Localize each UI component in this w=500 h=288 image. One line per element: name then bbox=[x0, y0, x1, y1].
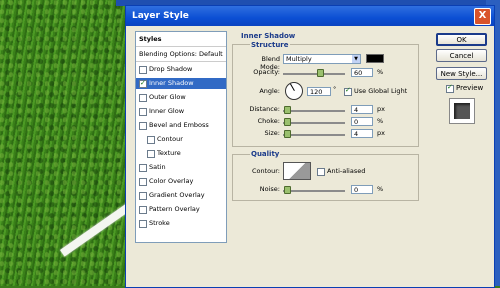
distance-slider-thumb[interactable] bbox=[284, 106, 291, 114]
anti-aliased-checkbox[interactable] bbox=[317, 168, 325, 176]
sidebar-item-stroke[interactable]: Stroke bbox=[136, 218, 226, 229]
shadow-color-swatch[interactable] bbox=[366, 54, 384, 63]
divider bbox=[136, 46, 226, 47]
sidebar-item-label: Pattern Overlay bbox=[149, 205, 200, 213]
angle-label: Angle: bbox=[259, 87, 280, 95]
styles-header[interactable]: Styles bbox=[136, 34, 229, 45]
sidebar-item-contour[interactable]: Contour bbox=[136, 134, 226, 145]
choke-slider[interactable] bbox=[283, 122, 345, 124]
sidebar-item-color-overlay[interactable]: Color Overlay bbox=[136, 176, 226, 187]
title-bar[interactable]: Layer Style X bbox=[126, 6, 494, 26]
preview-swatch bbox=[454, 103, 470, 119]
sidebar-checkbox[interactable] bbox=[139, 178, 147, 186]
angle-dial[interactable] bbox=[285, 82, 303, 100]
size-input[interactable]: 4 bbox=[351, 129, 373, 138]
noise-label: Noise: bbox=[259, 185, 280, 193]
opacity-slider[interactable] bbox=[283, 73, 345, 75]
sidebar-item-label: Drop Shadow bbox=[149, 65, 193, 73]
sidebar-item-gradient-overlay[interactable]: Gradient Overlay bbox=[136, 190, 226, 201]
blend-mode-select[interactable]: Multiply ▼ bbox=[283, 54, 361, 64]
opacity-slider-thumb[interactable] bbox=[317, 69, 325, 77]
distance-label: Distance: bbox=[249, 105, 280, 113]
choke-unit: % bbox=[377, 117, 384, 125]
ok-button[interactable]: OK bbox=[436, 33, 487, 46]
size-slider[interactable] bbox=[283, 134, 345, 136]
preview-label: Preview bbox=[456, 84, 484, 92]
sidebar-item-label: Stroke bbox=[149, 219, 170, 227]
chevron-down-icon: ▼ bbox=[352, 55, 360, 63]
distance-unit: px bbox=[377, 105, 385, 113]
sidebar-item-bevel-and-emboss[interactable]: Bevel and Emboss bbox=[136, 120, 226, 131]
panel-title: Inner Shadow bbox=[240, 32, 297, 40]
angle-unit: ° bbox=[333, 85, 337, 93]
use-global-light-checkbox[interactable] bbox=[344, 86, 352, 96]
distance-input[interactable]: 4 bbox=[351, 105, 373, 114]
contour-picker[interactable] bbox=[283, 162, 311, 180]
sidebar-item-outer-glow[interactable]: Outer Glow bbox=[136, 92, 226, 103]
new-style-button[interactable]: New Style... bbox=[436, 67, 487, 80]
angle-input[interactable]: 120 bbox=[307, 87, 331, 96]
choke-input[interactable]: 0 bbox=[351, 117, 373, 126]
noise-input[interactable]: 0 bbox=[351, 185, 373, 194]
sidebar-item-texture[interactable]: Texture bbox=[136, 148, 226, 159]
opacity-unit: % bbox=[377, 68, 384, 76]
opacity-label: Opacity: bbox=[253, 68, 280, 76]
sidebar-checkbox[interactable] bbox=[139, 108, 147, 116]
sidebar-checkbox[interactable] bbox=[139, 164, 147, 172]
sidebar-checkbox[interactable] bbox=[139, 220, 147, 228]
sidebar-item-inner-glow[interactable]: Inner Glow bbox=[136, 106, 226, 117]
size-unit: px bbox=[377, 129, 385, 137]
contour-label: Contour: bbox=[251, 167, 280, 175]
noise-slider-thumb[interactable] bbox=[284, 186, 291, 194]
choke-label: Choke: bbox=[257, 117, 280, 125]
blending-options-item[interactable]: Blending Options: Default bbox=[136, 49, 229, 60]
sidebar-item-label: Color Overlay bbox=[149, 177, 194, 185]
angle-needle bbox=[290, 83, 295, 91]
quality-section bbox=[232, 154, 419, 201]
anti-aliased-label: Anti-aliased bbox=[327, 167, 366, 175]
sidebar-item-pattern-overlay[interactable]: Pattern Overlay bbox=[136, 204, 226, 215]
sidebar-item-label: Contour bbox=[157, 135, 183, 143]
blend-mode-value: Multiply bbox=[286, 55, 312, 63]
window-title: Layer Style bbox=[132, 11, 189, 21]
sidebar-checkbox[interactable] bbox=[147, 150, 155, 158]
sidebar-item-label: Outer Glow bbox=[149, 93, 186, 101]
sidebar-item-label: Texture bbox=[157, 149, 181, 157]
sidebar-item-label: Satin bbox=[149, 163, 166, 171]
sidebar-item-satin[interactable]: Satin bbox=[136, 162, 226, 173]
structure-legend: Structure bbox=[250, 41, 290, 49]
sidebar-item-label: Inner Glow bbox=[149, 107, 185, 115]
sidebar-checkbox[interactable] bbox=[147, 136, 155, 144]
sidebar-checkbox[interactable] bbox=[139, 192, 147, 200]
sidebar-checkbox[interactable] bbox=[139, 94, 147, 102]
divider bbox=[136, 61, 226, 62]
sidebar-checkbox[interactable] bbox=[139, 66, 147, 74]
sidebar-item-inner-shadow[interactable]: Inner Shadow bbox=[136, 78, 226, 89]
noise-unit: % bbox=[377, 185, 384, 193]
use-global-light-label: Use Global Light bbox=[354, 87, 408, 95]
cancel-button[interactable]: Cancel bbox=[436, 49, 487, 62]
size-label: Size: bbox=[264, 129, 280, 137]
sidebar-item-label: Bevel and Emboss bbox=[149, 121, 209, 129]
sidebar-item-label: Inner Shadow bbox=[149, 79, 194, 87]
sidebar-item-drop-shadow[interactable]: Drop Shadow bbox=[136, 64, 226, 75]
close-button[interactable]: X bbox=[474, 8, 491, 25]
sidebar-checkbox[interactable] bbox=[139, 122, 147, 130]
distance-slider[interactable] bbox=[283, 110, 345, 112]
preview-checkbox[interactable] bbox=[446, 83, 454, 93]
styles-list: Styles Blending Options: Default Drop Sh… bbox=[135, 31, 227, 243]
sidebar-item-label: Gradient Overlay bbox=[149, 191, 205, 199]
layer-style-dialog: Layer Style X Styles Blending Options: D… bbox=[125, 5, 495, 288]
sidebar-checkbox[interactable] bbox=[139, 206, 147, 214]
sidebar-checkbox[interactable] bbox=[139, 78, 147, 89]
size-slider-thumb[interactable] bbox=[284, 130, 291, 138]
noise-slider[interactable] bbox=[283, 190, 345, 192]
style-preview bbox=[449, 98, 475, 124]
choke-slider-thumb[interactable] bbox=[284, 118, 291, 126]
opacity-input[interactable]: 60 bbox=[351, 68, 373, 77]
quality-legend: Quality bbox=[250, 150, 281, 158]
